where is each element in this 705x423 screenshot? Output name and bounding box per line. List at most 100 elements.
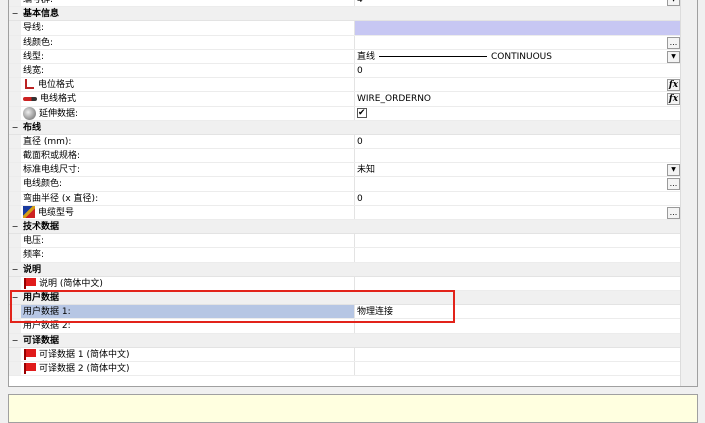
ellipsis-button[interactable]: ...	[667, 178, 680, 191]
property-name[interactable]: 电缆型号	[21, 206, 354, 219]
property-name-label: 线型:	[23, 51, 45, 62]
property-name[interactable]: 线型:	[21, 50, 354, 63]
property-value[interactable]	[355, 277, 681, 290]
property-value[interactable]: ...	[355, 36, 681, 49]
category-label: 技术数据	[23, 222, 60, 232]
property-value[interactable]: ...	[355, 177, 681, 191]
property-name[interactable]: 导线:	[21, 21, 354, 34]
property-name[interactable]: 频率:	[21, 248, 354, 261]
property-name-label: 延伸数据:	[39, 108, 79, 119]
property-name-label: 电缆型号	[38, 207, 75, 218]
ellipsis-button[interactable]: ...	[667, 36, 680, 49]
property-row[interactable]: 标准电线尺寸: 未知 ▼	[9, 163, 681, 178]
property-row[interactable]: 弯曲半径 (x 直径): 0	[9, 191, 681, 206]
property-value[interactable]	[355, 21, 681, 35]
property-value[interactable]: 未知 ▼	[355, 163, 681, 177]
property-row[interactable]: 频率:	[9, 248, 681, 263]
category-label: 可译数据	[23, 335, 60, 346]
property-name[interactable]: 直径 (mm):	[21, 135, 354, 148]
property-row[interactable]: 说明 (简体中文)	[9, 276, 681, 291]
property-row[interactable]: 线宽: 0	[9, 63, 681, 79]
dropdown-arrow-button[interactable]: ▼	[667, 164, 680, 177]
property-name[interactable]: 说明 (简体中文)	[21, 277, 354, 290]
function-fx-button[interactable]: fx	[667, 79, 680, 92]
property-value[interactable]	[355, 234, 681, 247]
property-name[interactable]: 弯曲半径 (x 直径):	[21, 192, 354, 205]
row-gutter	[9, 134, 21, 149]
row-gutter	[9, 276, 21, 290]
property-row[interactable]: 编号群:4▼	[9, 0, 681, 8]
property-value[interactable]: ...	[355, 206, 681, 219]
property-name-label: 电线颜色:	[23, 179, 63, 190]
property-value[interactable]: 4▼	[355, 0, 681, 6]
collapse-toggle-icon[interactable]: −	[11, 223, 19, 231]
property-value-text: 未知	[357, 165, 376, 176]
property-value[interactable]: WIRE_ORDERNO fx	[355, 92, 681, 106]
property-row[interactable]: 电压:	[9, 234, 681, 249]
property-name[interactable]: 电线格式	[21, 92, 354, 105]
dropdown-arrow-button[interactable]: ▼	[667, 50, 680, 63]
property-value[interactable]	[355, 248, 681, 261]
property-value[interactable]	[355, 362, 681, 375]
vertical-scrollbar[interactable]	[680, 0, 697, 386]
property-name[interactable]: 延伸数据:	[21, 106, 354, 120]
property-row[interactable]: 截面积或规格:	[9, 149, 681, 164]
property-value[interactable]: 0	[355, 135, 681, 148]
collapse-toggle-icon[interactable]: −	[11, 336, 19, 344]
property-row[interactable]: 可译数据 2 (简体中文)	[9, 361, 681, 377]
collapse-toggle-icon[interactable]: −	[11, 10, 19, 18]
checkbox-checked[interactable]	[357, 107, 367, 120]
linetype-name: CONTINUOUS	[491, 51, 552, 62]
property-value[interactable]: 直线 CONTINUOUS ▼	[355, 50, 681, 63]
property-row[interactable]: 延伸数据:	[9, 106, 681, 121]
row-gutter	[9, 361, 21, 376]
property-name[interactable]: 编号群:	[21, 0, 354, 6]
property-value[interactable]	[355, 348, 681, 361]
row-gutter	[9, 92, 21, 106]
row-gutter	[9, 163, 21, 177]
property-name[interactable]: 电位格式	[21, 78, 354, 91]
property-row[interactable]: 线颜色:...	[9, 35, 681, 50]
property-name[interactable]: 线宽:	[21, 64, 354, 77]
category-header[interactable]: − 技术数据	[9, 220, 681, 235]
property-row[interactable]: 直径 (mm): 0	[9, 134, 681, 150]
property-value[interactable]	[355, 149, 681, 162]
property-value[interactable]: 0	[355, 64, 681, 77]
ellipsis-button[interactable]: ...	[667, 206, 680, 219]
row-gutter	[9, 347, 21, 361]
property-row[interactable]: 电线格式 WIRE_ORDERNO fx	[9, 92, 681, 107]
property-row[interactable]: 电位格式 fx	[9, 78, 681, 93]
property-name[interactable]: 电线颜色:	[21, 177, 354, 190]
dropdown-arrow-button[interactable]: ▼	[667, 0, 680, 6]
category-header[interactable]: − 基本信息	[9, 7, 681, 22]
category-header[interactable]: − 说明	[9, 262, 681, 277]
linetype-preview-icon	[379, 55, 488, 57]
highlight-annotation	[10, 290, 455, 323]
property-name-label: 截面积或规格:	[23, 151, 81, 162]
property-name[interactable]: 线颜色:	[21, 36, 354, 49]
function-fx-button[interactable]: fx	[667, 93, 680, 106]
collapse-toggle-icon[interactable]: −	[11, 123, 19, 131]
property-name[interactable]: 截面积或规格:	[21, 149, 354, 162]
property-name-label: 可译数据 1 (简体中文)	[39, 349, 130, 360]
row-gutter	[9, 106, 21, 120]
category-header[interactable]: − 可译数据	[9, 333, 681, 348]
property-name-label: 导线:	[23, 23, 45, 34]
property-row[interactable]: 电缆型号...	[9, 205, 681, 220]
property-row[interactable]: 电线颜色:...	[9, 177, 681, 192]
collapse-toggle-icon[interactable]: −	[11, 265, 19, 273]
property-name[interactable]: 标准电线尺寸:	[21, 163, 354, 176]
category-header[interactable]: − 布线	[9, 120, 681, 135]
property-name[interactable]: 可译数据 1 (简体中文)	[21, 348, 354, 361]
property-value[interactable]: 0	[355, 192, 681, 205]
property-row[interactable]: 导线:	[9, 21, 681, 36]
property-name-label: 电线格式	[40, 94, 77, 105]
property-row[interactable]: 线型: 直线 CONTINUOUS ▼	[9, 49, 681, 64]
row-gutter	[9, 177, 21, 191]
property-row[interactable]: 可译数据 1 (简体中文)	[9, 347, 681, 362]
property-name[interactable]: 可译数据 2 (简体中文)	[21, 362, 354, 375]
property-value-text: 0	[357, 193, 363, 204]
property-value[interactable]	[355, 107, 681, 120]
property-name[interactable]: 电压:	[21, 234, 354, 247]
property-value[interactable]: fx	[355, 78, 681, 92]
